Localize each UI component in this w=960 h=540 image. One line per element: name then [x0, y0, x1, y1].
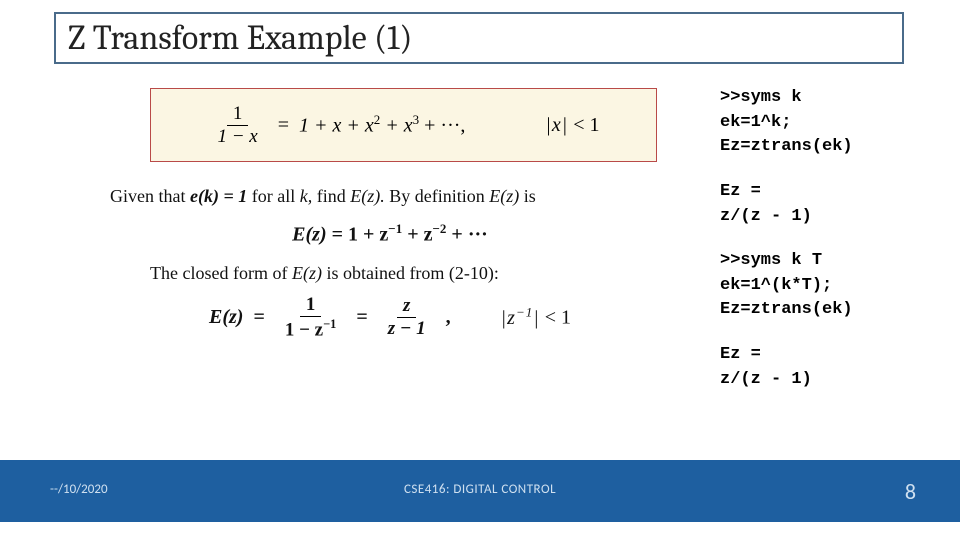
geometric-series-formula: 1 1 − x = 1 + x + x2 + x3 + ···, |x| < 1: [207, 103, 599, 148]
condition-2: |z−1| < 1: [501, 304, 571, 330]
series-expansion: 1 + x + x2 + x3 + ···,: [299, 112, 465, 138]
code-output-1: Ez = z/(z - 1): [720, 180, 930, 229]
closed-form-text: The closed form of E(z) is obtained from…: [150, 263, 670, 284]
slide-title: Z Transform Example (1): [68, 18, 412, 58]
slide: { "title": "Z Transform Example (1)", "f…: [0, 0, 960, 540]
footer-bar: --/10/2020 CSE416: DIGITAL CONTROL 8: [0, 460, 960, 522]
fraction-1: 1 1 − z−1: [279, 294, 342, 341]
geometric-series-box: 1 1 − x = 1 + x + x2 + x3 + ···, |x| < 1: [150, 88, 657, 162]
title-box: Z Transform Example (1): [54, 12, 904, 64]
equation-closed-form: E(z) = 1 1 − z−1 = z z − 1 , |z−1| < 1: [110, 294, 670, 341]
matlab-code-column: >>syms k ek=1^k; Ez=ztrans(ek) Ez = z/(z…: [720, 86, 930, 412]
footer-course: CSE416: DIGITAL CONTROL: [0, 482, 960, 497]
condition: |x| < 1: [545, 114, 599, 137]
code-block-2: >>syms k T ek=1^(k*T); Ez=ztrans(ek): [720, 249, 930, 323]
problem-statement: Given that e(k) = 1 for all k, find E(z)…: [110, 186, 670, 207]
footer-page-number: 8: [905, 478, 916, 505]
equation-series: E(z) = 1 + z−1 + z−2 + ···: [110, 221, 670, 247]
body-text: Given that e(k) = 1 for all k, find E(z)…: [110, 186, 670, 341]
code-block-1: >>syms k ek=1^k; Ez=ztrans(ek): [720, 86, 930, 160]
fraction: 1 1 − x: [211, 103, 263, 148]
code-output-2: Ez = z/(z - 1): [720, 343, 930, 392]
fraction-2: z z − 1: [382, 295, 432, 340]
